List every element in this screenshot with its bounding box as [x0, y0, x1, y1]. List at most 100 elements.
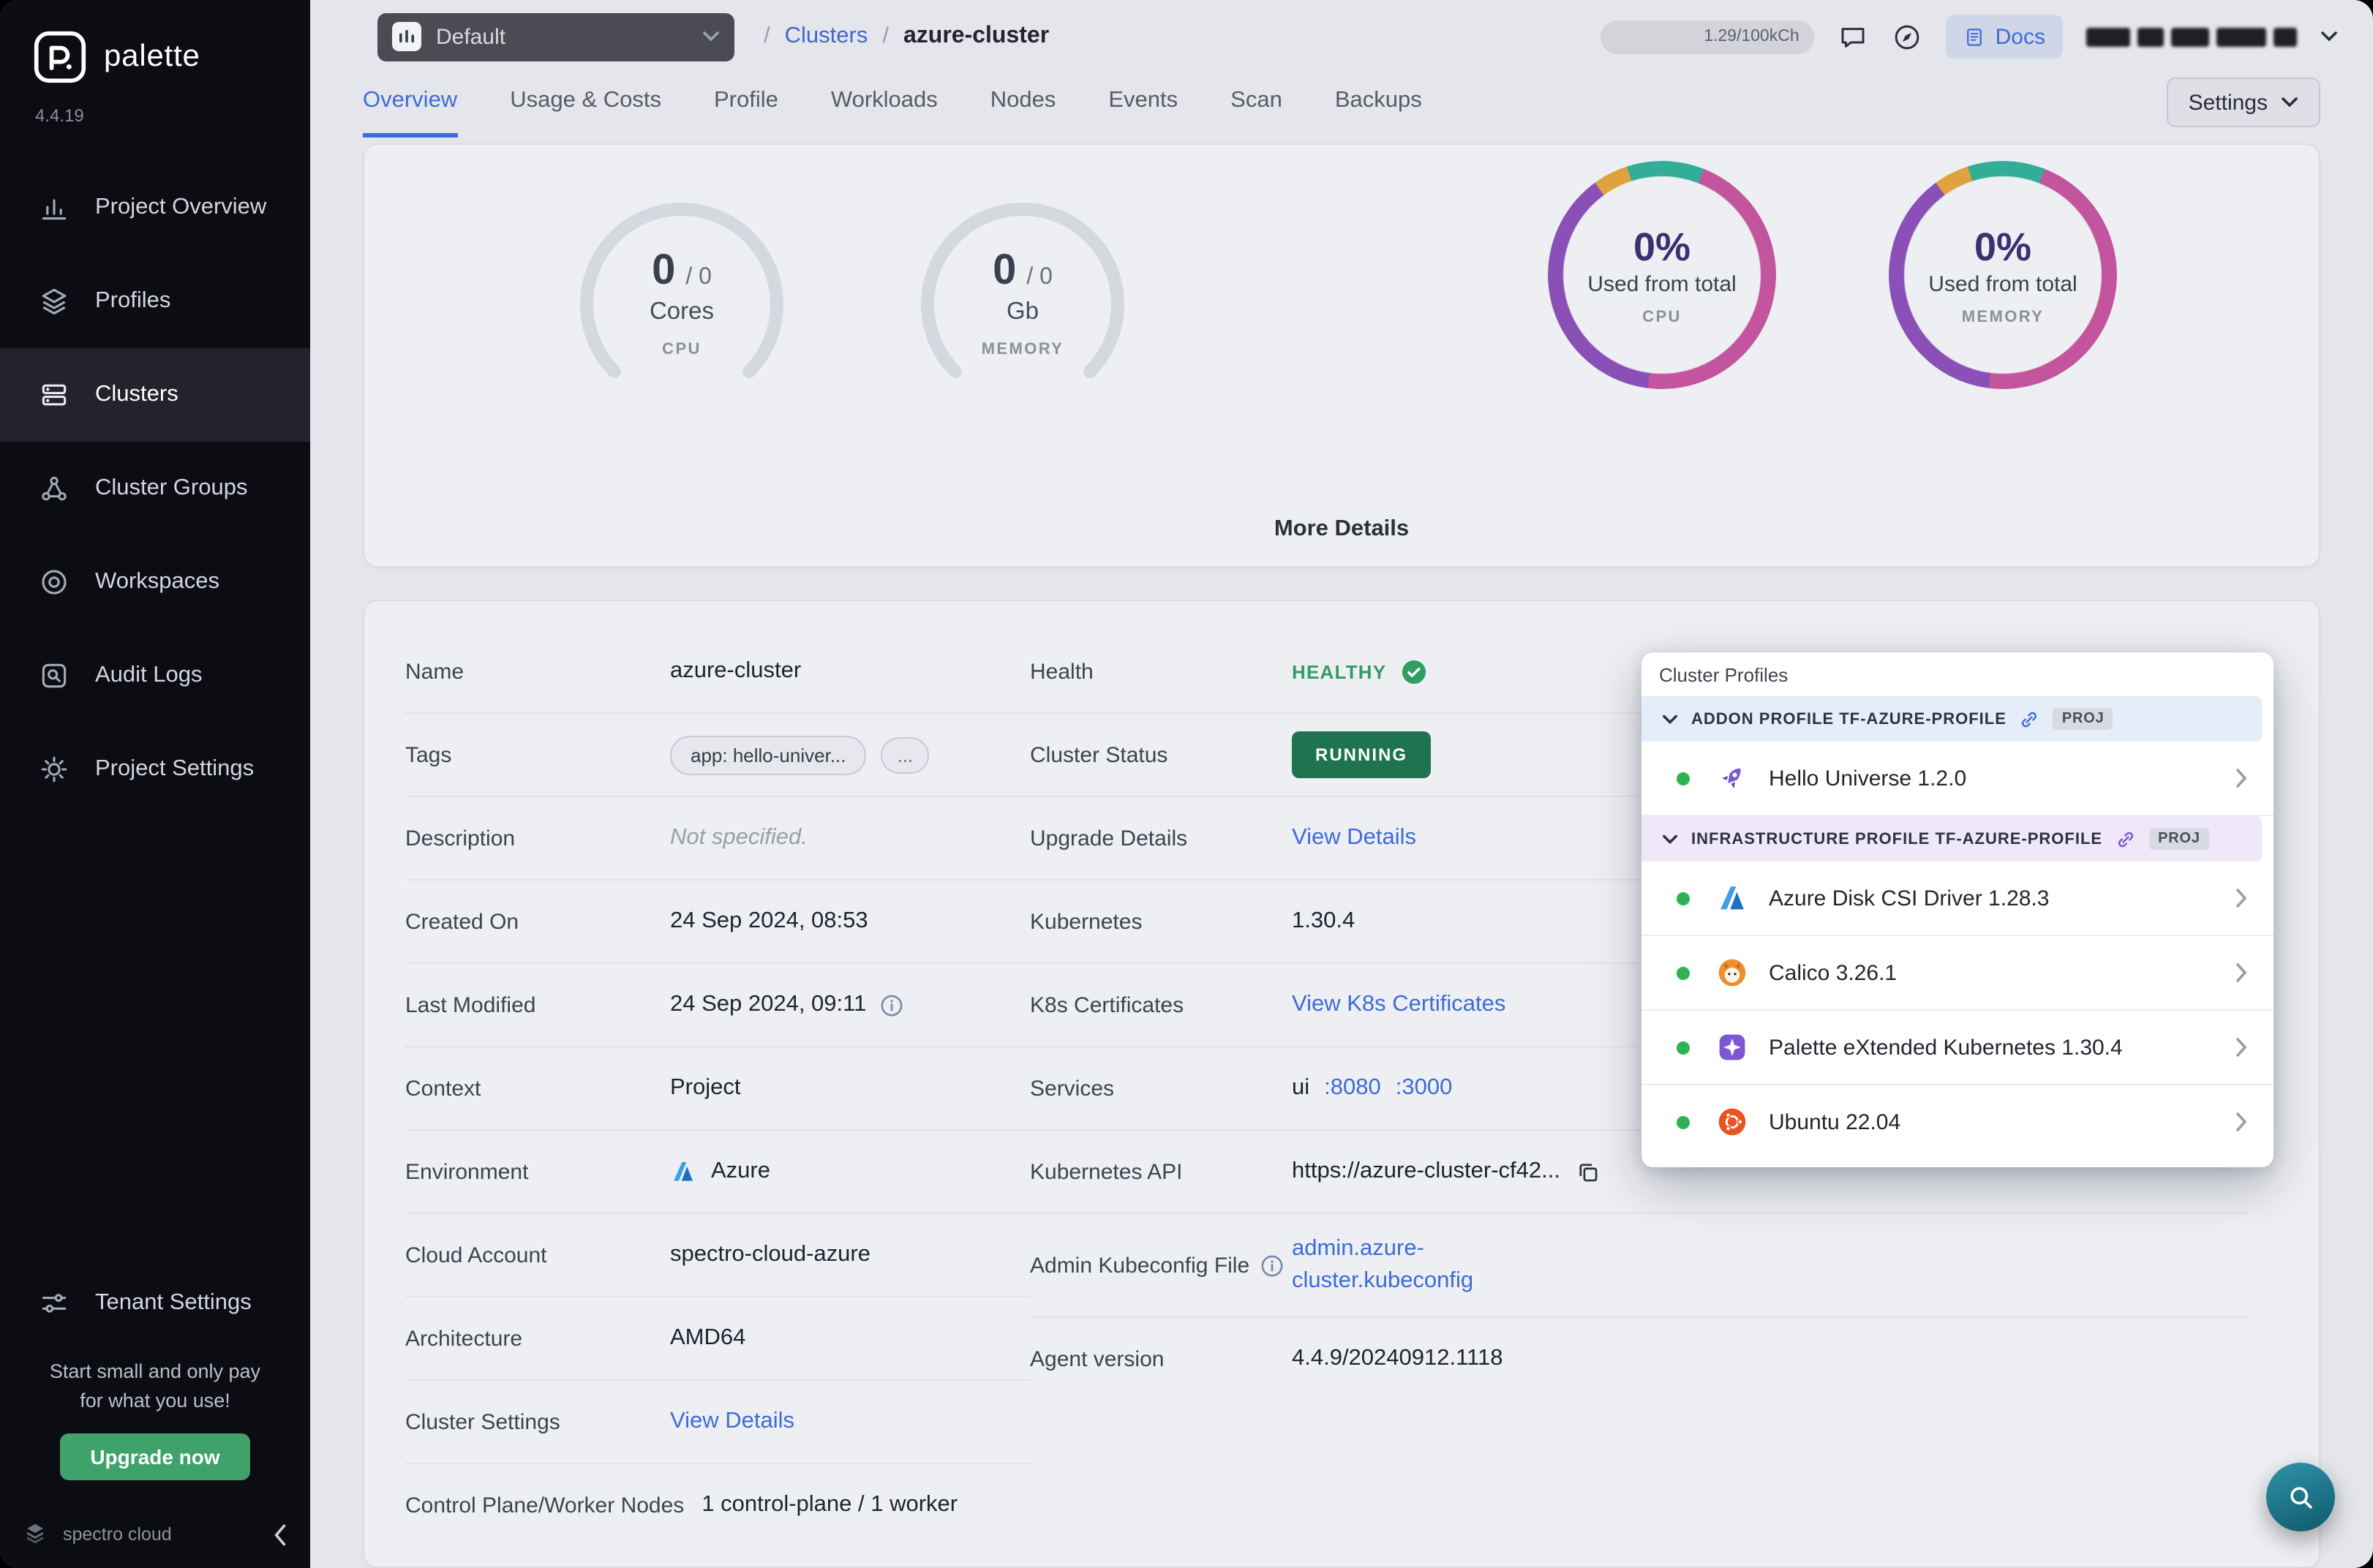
service-port-3000-link[interactable]: :3000 — [1396, 1075, 1453, 1101]
info-icon[interactable] — [1261, 1254, 1283, 1276]
kubeconfig-download-link[interactable]: admin.azure- cluster.kubeconfig — [1292, 1234, 1473, 1297]
gear-icon — [38, 753, 70, 785]
description-value: Not specified. — [670, 825, 808, 850]
sidebar-item-project-settings[interactable]: Project Settings — [0, 723, 310, 816]
copy-icon[interactable] — [1575, 1159, 1600, 1184]
breadcrumb-current: azure-cluster — [903, 23, 1050, 49]
sidebar-item-profiles[interactable]: Profiles — [0, 255, 310, 348]
memory-total: / 0 — [1026, 265, 1053, 290]
agent-version-value: 4.4.9/20240912.1118 — [1292, 1346, 1503, 1371]
service-name: ui — [1292, 1075, 1310, 1100]
palette-logo: palette — [0, 0, 310, 85]
app-window: palette 4.4.19 Project Overview Profiles… — [0, 0, 2373, 1568]
info-icon[interactable] — [881, 994, 903, 1016]
tab-profile[interactable]: Profile — [714, 88, 778, 137]
chat-icon[interactable] — [1838, 22, 1868, 53]
sidebar-item-label: Cluster Groups — [95, 475, 248, 500]
compass-icon[interactable] — [1892, 22, 1922, 53]
layers-icon — [38, 285, 70, 317]
cpu-used: 0 — [652, 247, 676, 294]
network-nodes-icon — [38, 472, 70, 505]
sidebar-item-label: Audit Logs — [95, 663, 203, 687]
memory-donut-label: MEMORY — [1961, 308, 2045, 325]
docs-button[interactable]: Docs — [1945, 15, 2063, 59]
settings-button[interactable]: Settings — [2166, 78, 2320, 127]
cpu-usage-caption: Used from total — [1587, 271, 1737, 296]
tab-workloads[interactable]: Workloads — [831, 88, 938, 137]
memory-usage-donut: 0% Used from total MEMORY — [1889, 161, 2117, 389]
profile-pack-palette-extended-kubernetes[interactable]: Palette eXtended Kubernetes 1.30.4 — [1641, 1011, 2274, 1085]
profile-pack-hello-universe[interactable]: Hello Universe 1.2.0 — [1641, 742, 2274, 816]
last-modified-row: Last Modified 24 Sep 2024, 09:11 — [405, 964, 1030, 1047]
sidebar-item-workspaces[interactable]: Workspaces — [0, 535, 310, 629]
project-selector[interactable]: Default — [377, 12, 734, 61]
pack-name: Palette eXtended Kubernetes 1.30.4 — [1769, 1035, 2123, 1060]
more-tags-chip[interactable]: ... — [881, 736, 930, 773]
kubernetes-api-value: https://azure-cluster-cf42... — [1292, 1158, 1560, 1183]
tab-scan[interactable]: Scan — [1230, 88, 1282, 137]
status-dot-green — [1677, 892, 1690, 905]
name-row: Name azure-cluster — [405, 630, 1030, 714]
check-circle-icon — [1401, 659, 1426, 684]
tab-nodes[interactable]: Nodes — [990, 88, 1056, 137]
settings-label: Settings — [2188, 90, 2268, 115]
azure-icon — [1715, 882, 1750, 914]
breadcrumb-separator: / — [882, 23, 889, 49]
cloud-account-value: spectro-cloud-azure — [670, 1242, 870, 1267]
tab-usage-costs[interactable]: Usage & Costs — [510, 88, 661, 137]
service-port-8080-link[interactable]: :8080 — [1324, 1075, 1381, 1101]
profile-pack-azure-disk-csi[interactable]: Azure Disk CSI Driver 1.28.3 — [1641, 862, 2274, 936]
nodes-row: Control Plane/Worker Nodes 1 control-pla… — [405, 1464, 1030, 1546]
memory-gauge-label: MEMORY — [981, 341, 1064, 358]
usage-meter: 1.29/100kCh — [1600, 20, 1814, 54]
link-icon[interactable] — [2116, 829, 2136, 849]
more-details-button[interactable]: More Details — [364, 516, 2319, 543]
status-dot-green — [1677, 966, 1690, 979]
tags-row: Tags app: hello-univer... ... — [405, 714, 1030, 797]
tune-sliders-icon — [38, 1286, 70, 1319]
pack-name: Calico 3.26.1 — [1769, 960, 1898, 985]
audit-search-icon — [38, 660, 70, 692]
infrastructure-profile-header[interactable]: INFRASTRUCTURE PROFILE TF-AZURE-PROFILE … — [1641, 816, 2262, 862]
sidebar-item-label: Tenant Settings — [95, 1289, 252, 1314]
cluster-profiles-popover: Cluster Profiles ADDON PROFILE TF-AZURE-… — [1641, 652, 2274, 1167]
cpu-total: / 0 — [685, 265, 712, 290]
status-dot-green — [1677, 772, 1690, 785]
profile-pack-calico[interactable]: Calico 3.26.1 — [1641, 936, 2274, 1011]
user-menu-chevron-icon[interactable] — [2320, 31, 2338, 43]
kubeconfig-row: Admin Kubeconfig File admin.azure- clust… — [1030, 1214, 2249, 1318]
memory-gauge: 0 / 0 Gb MEMORY — [913, 193, 1132, 412]
tab-overview[interactable]: Overview — [363, 88, 458, 137]
addon-profile-header[interactable]: ADDON PROFILE TF-AZURE-PROFILE PROJ — [1641, 696, 2262, 742]
metrics-card: 0/ 0 Cores CPU 0/ 0 Gb MEMORY 0% Used fr… — [363, 143, 2320, 568]
app-version: 4.4.19 — [35, 105, 84, 126]
sidebar-item-tenant-settings[interactable]: Tenant Settings — [0, 1260, 310, 1345]
sidebar-item-cluster-groups[interactable]: Cluster Groups — [0, 442, 310, 535]
link-icon[interactable] — [2020, 709, 2040, 729]
status-dot-green — [1677, 1115, 1690, 1128]
chevron-right-icon — [2235, 888, 2247, 908]
pack-name: Ubuntu 22.04 — [1769, 1109, 1901, 1134]
project-scope-icon — [392, 22, 421, 52]
search-fab-button[interactable] — [2266, 1463, 2335, 1531]
sidebar-footer: spectro cloud — [0, 1501, 310, 1568]
profile-pack-ubuntu[interactable]: Ubuntu 22.04 — [1641, 1085, 2274, 1158]
upgrade-now-button[interactable]: Upgrade now — [60, 1433, 250, 1480]
scope-badge: PROJ — [2149, 828, 2209, 850]
sidebar-item-project-overview[interactable]: Project Overview — [0, 161, 310, 255]
cpu-gauge: 0 / 0 Cores CPU — [572, 193, 791, 412]
sidebar-item-clusters[interactable]: Clusters — [0, 348, 310, 442]
collapse-sidebar-icon[interactable] — [274, 1523, 287, 1545]
palette-kubernetes-icon — [1715, 1031, 1750, 1063]
tab-events[interactable]: Events — [1108, 88, 1178, 137]
upgrade-promo-text: Start small and only pay for what you us… — [49, 1360, 261, 1411]
user-account-redacted[interactable] — [2086, 27, 2297, 47]
chevron-right-icon — [2235, 962, 2247, 983]
breadcrumb-clusters-link[interactable]: Clusters — [785, 24, 868, 50]
tab-backups[interactable]: Backups — [1335, 88, 1422, 137]
sidebar-bottom: Tenant Settings Start small and only pay… — [0, 1260, 310, 1568]
hello-universe-rocket-icon — [1715, 762, 1750, 794]
sidebar-item-audit-logs[interactable]: Audit Logs — [0, 629, 310, 723]
chevron-down-icon — [1662, 833, 1678, 845]
cluster-settings-link[interactable]: View Details — [670, 1409, 1030, 1435]
